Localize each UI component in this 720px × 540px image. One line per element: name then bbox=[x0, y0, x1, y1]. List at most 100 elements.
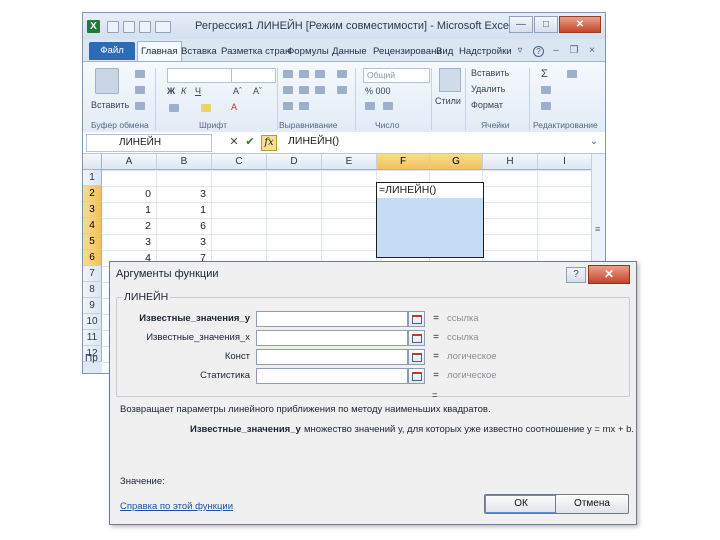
active-cell[interactable]: =ЛИНЕЙН() bbox=[377, 183, 483, 198]
cell-a4[interactable]: 2 bbox=[102, 218, 156, 234]
increase-decimal-icon[interactable] bbox=[365, 102, 375, 110]
scroll-thumb-icon[interactable]: ≡ bbox=[595, 224, 600, 234]
italic-icon[interactable]: К bbox=[181, 86, 186, 96]
column-header[interactable]: G bbox=[430, 154, 483, 169]
fill-icon[interactable] bbox=[541, 86, 551, 94]
collapse-dialog-button[interactable] bbox=[408, 311, 425, 327]
known-x-input[interactable] bbox=[256, 330, 408, 346]
expand-formula-bar-icon[interactable]: ⌄ bbox=[589, 137, 599, 147]
dialog-close-button[interactable]: ✕ bbox=[588, 265, 630, 284]
column-header[interactable]: A bbox=[102, 154, 157, 169]
help-link[interactable]: Справка по этой функции bbox=[120, 501, 233, 512]
percent-icon[interactable]: % 000 bbox=[365, 86, 391, 96]
column-header[interactable]: C bbox=[212, 154, 267, 169]
tab-page-layout[interactable]: Разметка стран bbox=[221, 43, 290, 61]
font-name-combo[interactable] bbox=[167, 68, 232, 83]
ribbon-minimize-icon[interactable]: ▿ bbox=[515, 46, 525, 56]
decrease-indent-icon[interactable] bbox=[283, 102, 293, 110]
paste-button[interactable]: Вставить bbox=[91, 100, 129, 110]
increase-indent-icon[interactable] bbox=[299, 102, 309, 110]
font-size-combo[interactable] bbox=[231, 68, 276, 83]
bold-icon[interactable]: Ж bbox=[167, 86, 175, 96]
paste-icon[interactable] bbox=[95, 68, 119, 94]
select-all-corner[interactable] bbox=[83, 154, 102, 169]
cell-b4[interactable]: 6 bbox=[157, 218, 211, 234]
customize-toolbar-icon[interactable] bbox=[155, 21, 171, 33]
clear-icon[interactable] bbox=[541, 102, 551, 110]
shrink-font-icon[interactable]: Aˇ bbox=[253, 86, 262, 96]
row-header[interactable]: 3 bbox=[83, 202, 102, 218]
borders-icon[interactable] bbox=[169, 104, 179, 112]
row-header[interactable]: 5 bbox=[83, 234, 102, 250]
cancel-formula-icon[interactable]: ✕ bbox=[227, 135, 241, 149]
underline-icon[interactable]: Ч bbox=[195, 86, 201, 96]
format-painter-icon[interactable] bbox=[135, 102, 145, 110]
column-header[interactable]: D bbox=[267, 154, 322, 169]
tab-review[interactable]: Рецензировани bbox=[373, 43, 442, 61]
doc-close-icon[interactable]: × bbox=[587, 46, 597, 56]
maximize-button[interactable]: □ bbox=[534, 16, 558, 33]
align-right-icon[interactable] bbox=[315, 86, 325, 94]
column-header[interactable]: E bbox=[322, 154, 377, 169]
cut-icon[interactable] bbox=[135, 70, 145, 78]
align-left-icon[interactable] bbox=[283, 86, 293, 94]
tab-data[interactable]: Данные bbox=[332, 43, 367, 61]
enter-formula-icon[interactable]: ✔ bbox=[243, 135, 257, 149]
copy-icon[interactable] bbox=[135, 86, 145, 94]
orientation-icon[interactable] bbox=[337, 70, 347, 78]
doc-minimize-icon[interactable]: – bbox=[551, 46, 561, 56]
row-header[interactable]: 9 bbox=[83, 298, 102, 314]
autosum-icon[interactable]: Σ bbox=[541, 68, 548, 80]
tab-home[interactable]: Главная bbox=[137, 41, 182, 62]
cancel-button[interactable]: Отмена bbox=[555, 494, 629, 514]
cell-b5[interactable]: 3 bbox=[157, 234, 211, 250]
formula-text[interactable]: ЛИНЕЙН() bbox=[288, 135, 339, 147]
delete-cells-button[interactable]: Удалить bbox=[471, 84, 505, 94]
align-bottom-icon[interactable] bbox=[315, 70, 325, 78]
fill-color-icon[interactable] bbox=[201, 104, 211, 112]
cell-a3[interactable]: 1 bbox=[102, 202, 156, 218]
sort-filter-icon[interactable] bbox=[567, 70, 577, 78]
column-header[interactable]: B bbox=[157, 154, 212, 169]
align-middle-icon[interactable] bbox=[299, 70, 309, 78]
cell-b2[interactable]: 3 bbox=[157, 186, 211, 202]
row-header[interactable]: 4 bbox=[83, 218, 102, 234]
row-header[interactable]: 10 bbox=[83, 314, 102, 330]
tab-addins[interactable]: Надстройки bbox=[459, 43, 512, 61]
align-top-icon[interactable] bbox=[283, 70, 293, 78]
row-header[interactable]: 6 bbox=[83, 250, 102, 266]
align-center-icon[interactable] bbox=[299, 86, 309, 94]
collapse-dialog-button[interactable] bbox=[408, 349, 425, 365]
tab-file[interactable]: Файл bbox=[89, 42, 135, 60]
tab-formulas[interactable]: Формулы bbox=[287, 43, 329, 61]
number-format-combo[interactable]: Общий bbox=[363, 68, 430, 83]
known-y-input[interactable] bbox=[256, 311, 408, 327]
tab-view[interactable]: Вид bbox=[436, 43, 453, 61]
cell-a2[interactable]: 0 bbox=[102, 186, 156, 202]
column-header[interactable]: I bbox=[538, 154, 592, 169]
close-button[interactable]: ✕ bbox=[559, 16, 601, 33]
cell-b3[interactable]: 1 bbox=[157, 202, 211, 218]
styles-button[interactable]: Стили bbox=[435, 96, 461, 106]
insert-function-icon[interactable]: fx bbox=[261, 135, 277, 151]
redo-icon[interactable] bbox=[139, 21, 151, 33]
row-header[interactable]: 8 bbox=[83, 282, 102, 298]
row-header[interactable]: 11 bbox=[83, 330, 102, 346]
styles-icon[interactable] bbox=[439, 68, 461, 92]
tab-insert[interactable]: Вставка bbox=[181, 43, 217, 61]
decrease-decimal-icon[interactable] bbox=[383, 102, 393, 110]
font-color-icon[interactable]: A bbox=[231, 102, 237, 112]
const-input[interactable] bbox=[256, 349, 408, 365]
minimize-button[interactable]: — bbox=[509, 16, 533, 33]
dialog-help-button[interactable]: ? bbox=[566, 267, 586, 283]
cell-a5[interactable]: 3 bbox=[102, 234, 156, 250]
grow-font-icon[interactable]: Aˆ bbox=[233, 86, 242, 96]
row-header[interactable]: 2 bbox=[83, 186, 102, 202]
merge-icon[interactable] bbox=[337, 86, 347, 94]
undo-icon[interactable] bbox=[123, 21, 135, 33]
collapse-dialog-button[interactable] bbox=[408, 330, 425, 346]
insert-cells-button[interactable]: Вставить bbox=[471, 68, 509, 78]
save-icon[interactable] bbox=[107, 21, 119, 33]
help-icon[interactable]: ? bbox=[533, 46, 544, 57]
ok-button[interactable]: ОК bbox=[484, 494, 558, 514]
